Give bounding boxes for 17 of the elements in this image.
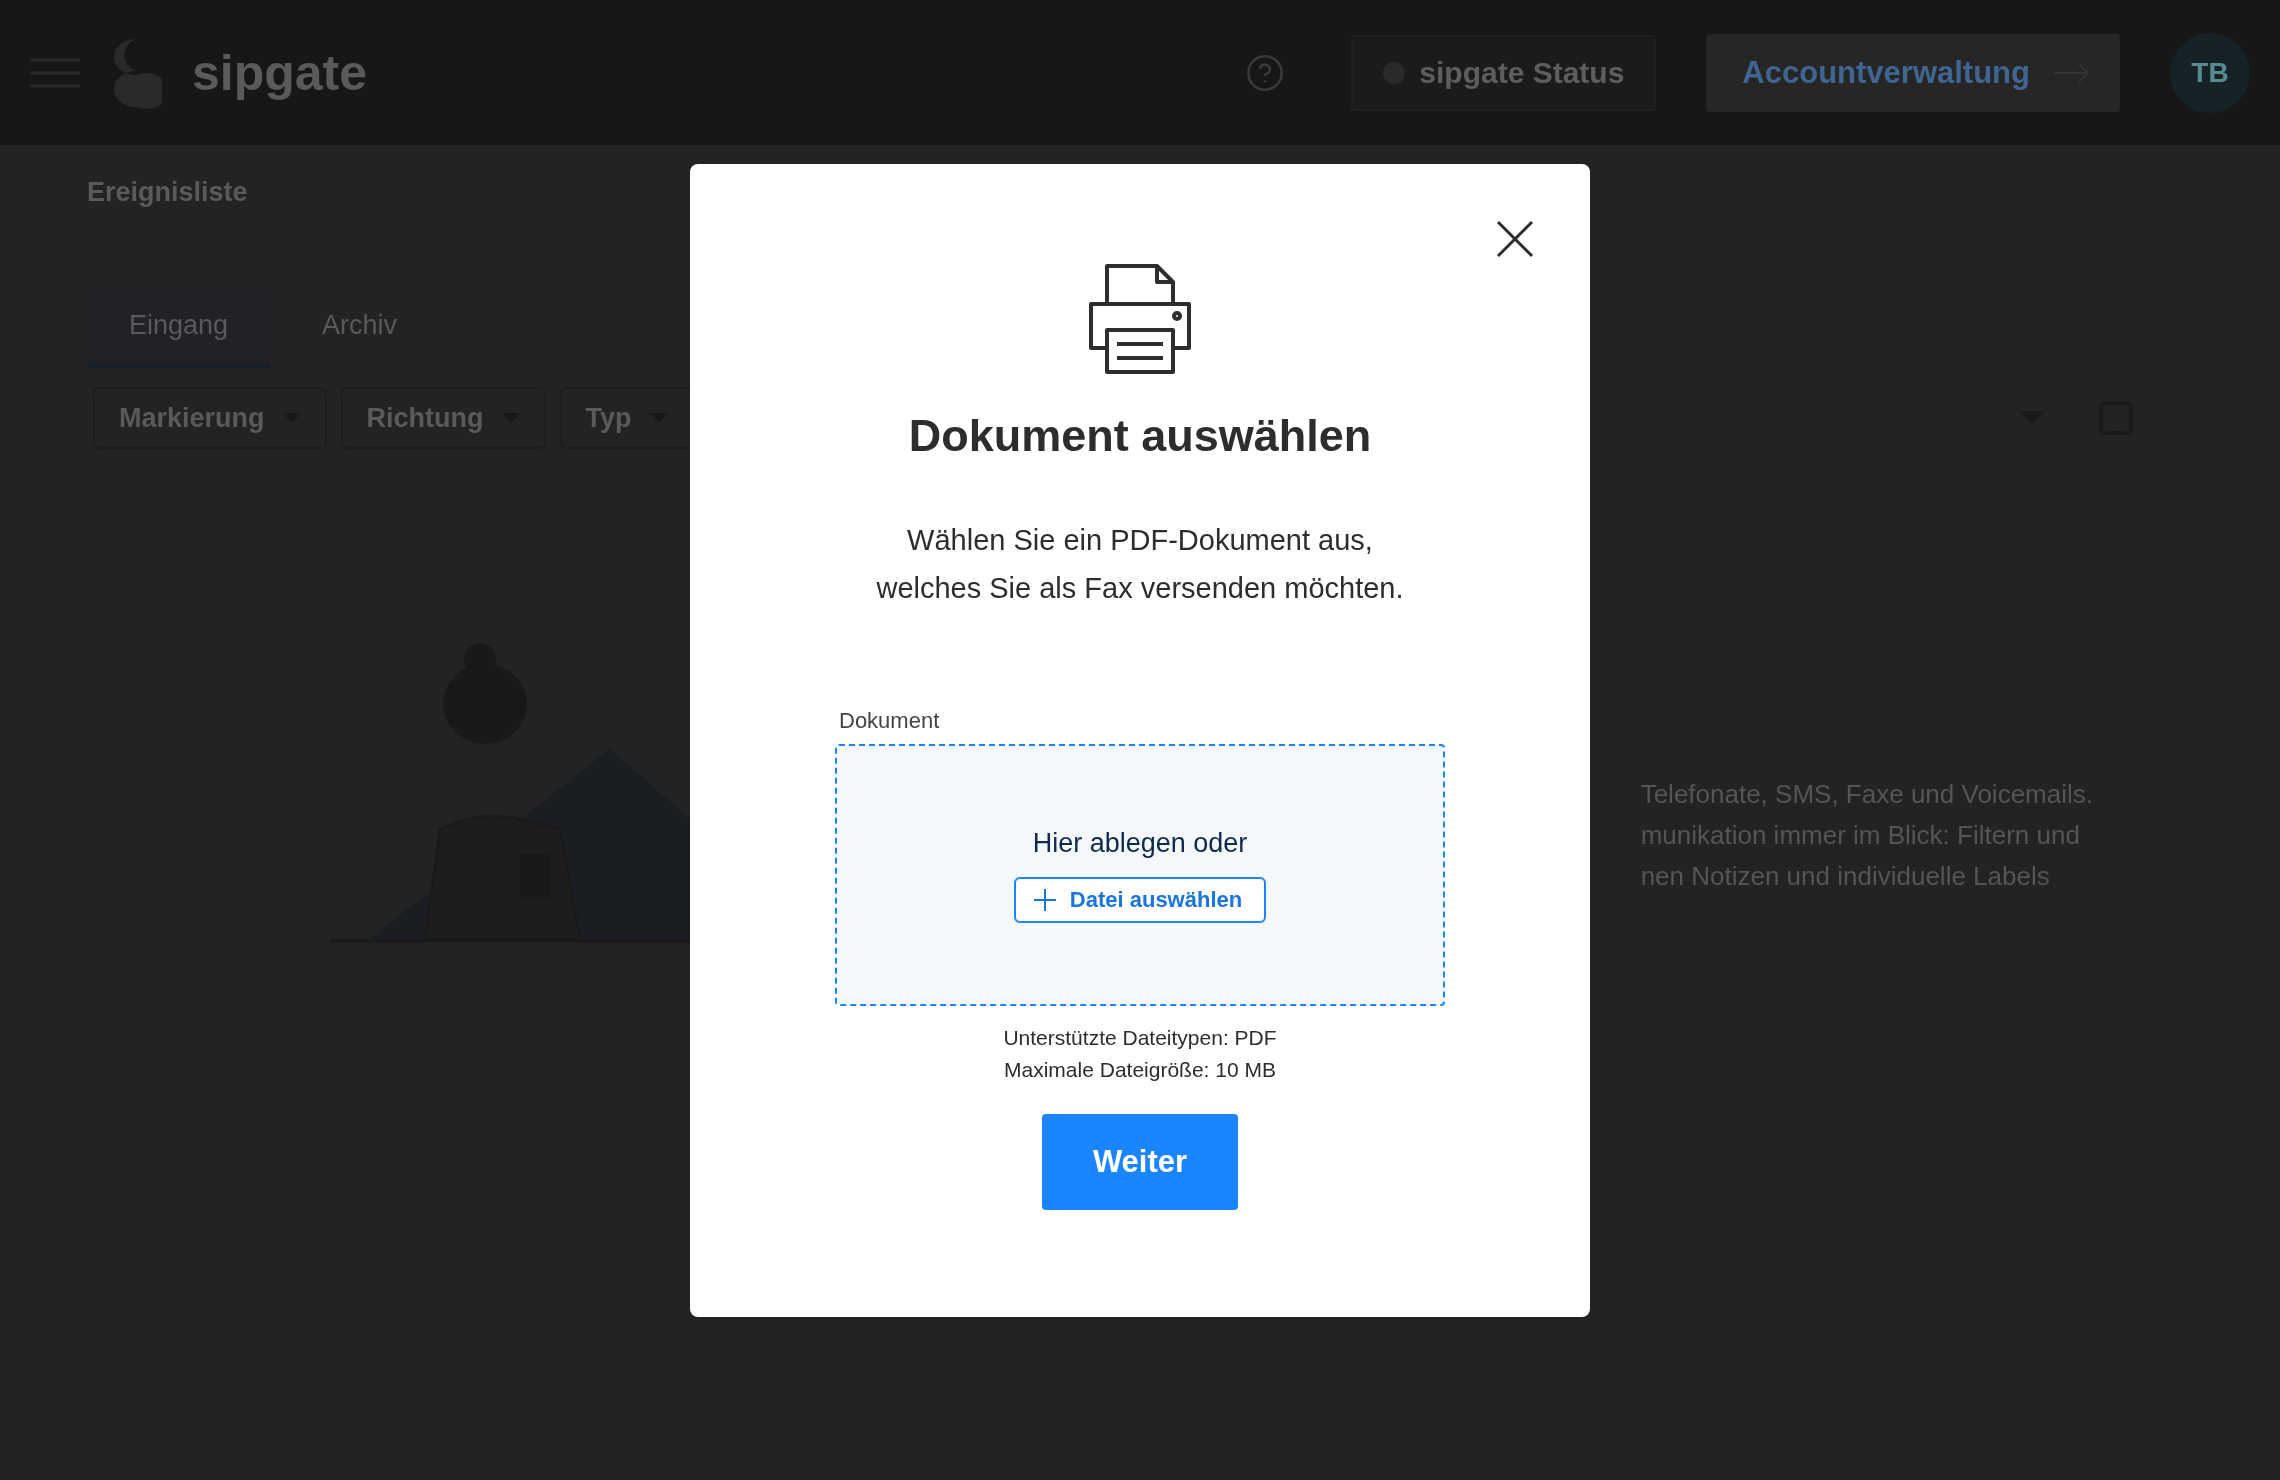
field-label: Dokument — [838, 708, 941, 734]
dialog-title: Dokument auswählen — [908, 410, 1372, 462]
printer-icon — [1087, 264, 1193, 374]
drop-text: Hier ablegen oder — [1032, 827, 1248, 859]
close-icon — [1496, 220, 1534, 258]
next-button[interactable]: Weiter — [1042, 1114, 1238, 1210]
account-button[interactable]: Accountverwaltung — [1706, 33, 2120, 112]
file-drop-zone[interactable]: Hier ablegen oder Datei auswählen — [835, 744, 1445, 1006]
file-hint-text: Unterstützte Dateitypen: PDF — [1003, 1026, 1277, 1050]
user-avatar[interactable]: TB — [2170, 32, 2250, 113]
plus-icon — [1033, 888, 1056, 911]
file-hint-text: Maximale Dateigröße: 10 MB — [1004, 1058, 1276, 1082]
status-button[interactable]: sipgate Status — [1351, 34, 1657, 111]
choose-file-button[interactable]: Datei auswählen — [1013, 876, 1267, 923]
help-icon[interactable] — [1245, 52, 1286, 93]
dialog-description: Wählen Sie ein PDF-Dokument aus, welches Sie als Fax versenden möchten. — [876, 523, 1404, 606]
logo-text: sipgate — [192, 43, 368, 102]
